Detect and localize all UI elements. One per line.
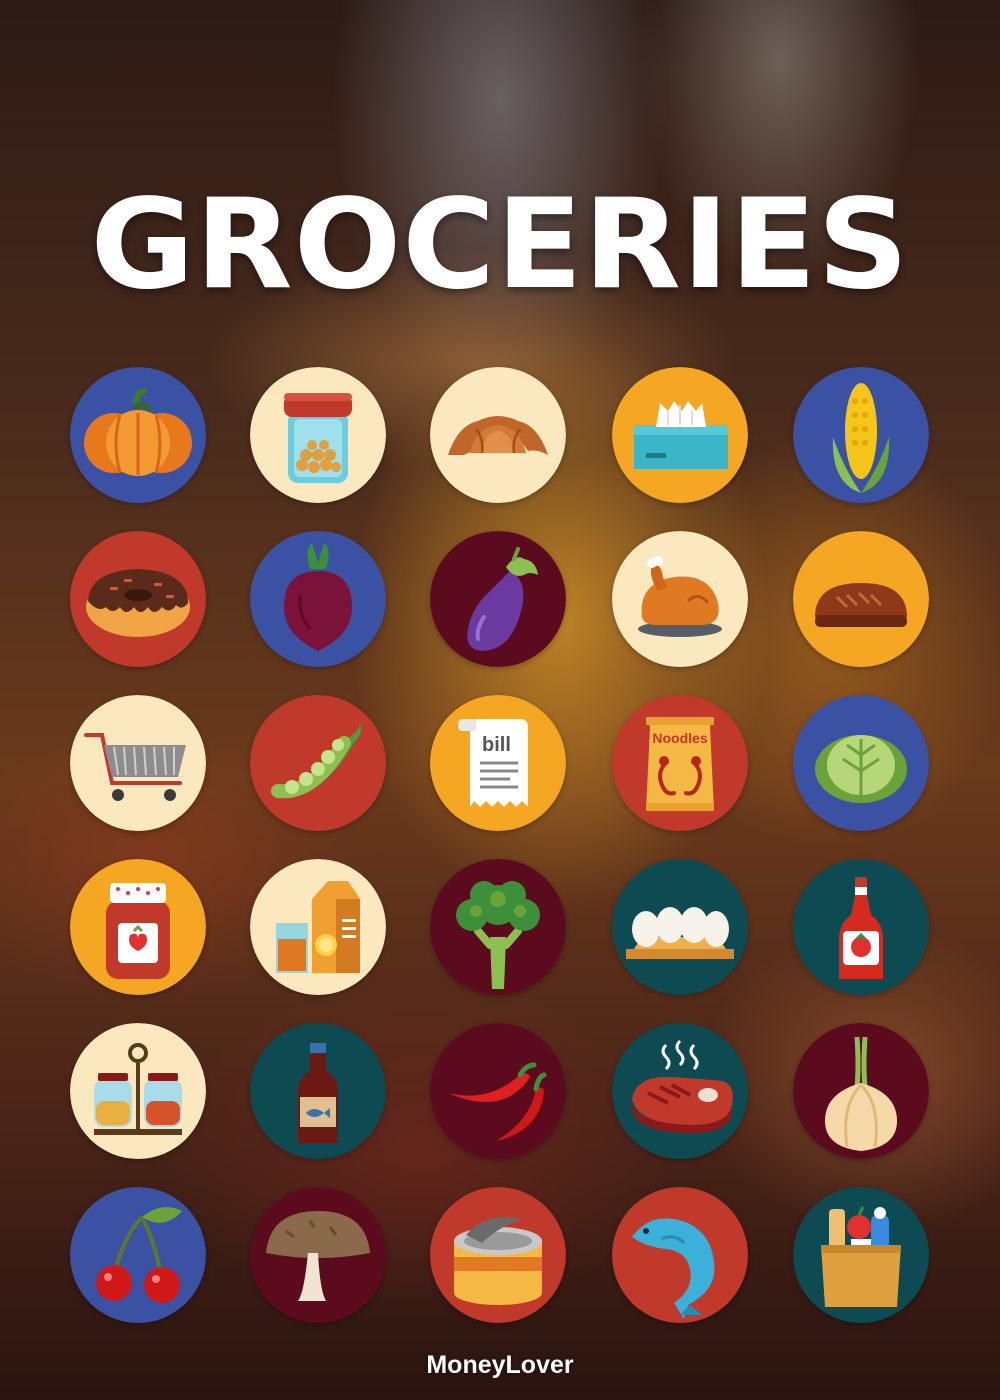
beet-icon [250, 531, 386, 667]
poster-title: GROCERIES [90, 173, 910, 317]
shopping-cart-icon [70, 695, 206, 831]
peas-icon [250, 695, 386, 831]
onion-icon [793, 1023, 929, 1159]
fish-sauce-bottle-icon [250, 1023, 386, 1159]
spice-jars-icon [70, 1023, 206, 1159]
fish-icon [612, 1187, 748, 1323]
jam-jar-icon [70, 859, 206, 995]
roast-chicken-icon [612, 531, 748, 667]
eggs-icon [612, 859, 748, 995]
groceries-poster: GROCERIES bill Noodles MoneyLover [0, 0, 1000, 1400]
chili-peppers-icon [430, 1023, 566, 1159]
pumpkin-icon [70, 367, 206, 503]
cookie-jar-icon [250, 367, 386, 503]
noodles-label: Noodles [652, 730, 707, 746]
bill-label: bill [482, 734, 511, 756]
eggplant-icon [430, 531, 566, 667]
donut-icon [70, 531, 206, 667]
mushroom-icon [250, 1187, 386, 1323]
corn-icon [793, 367, 929, 503]
bill-receipt-icon: bill [430, 695, 566, 831]
grocery-bag-icon [793, 1187, 929, 1323]
cabbage-icon [793, 695, 929, 831]
juice-carton-icon [250, 859, 386, 995]
cherries-icon [70, 1187, 206, 1323]
brand-wordmark: MoneyLover [426, 1351, 574, 1379]
noodles-pack-icon: Noodles [612, 695, 748, 831]
croissant-icon [430, 367, 566, 503]
broccoli-icon [430, 859, 566, 995]
canned-food-icon [430, 1187, 566, 1323]
tissue-box-icon [612, 367, 748, 503]
steak-icon [612, 1023, 748, 1159]
ketchup-bottle-icon [793, 859, 929, 995]
bread-loaf-icon [793, 531, 929, 667]
